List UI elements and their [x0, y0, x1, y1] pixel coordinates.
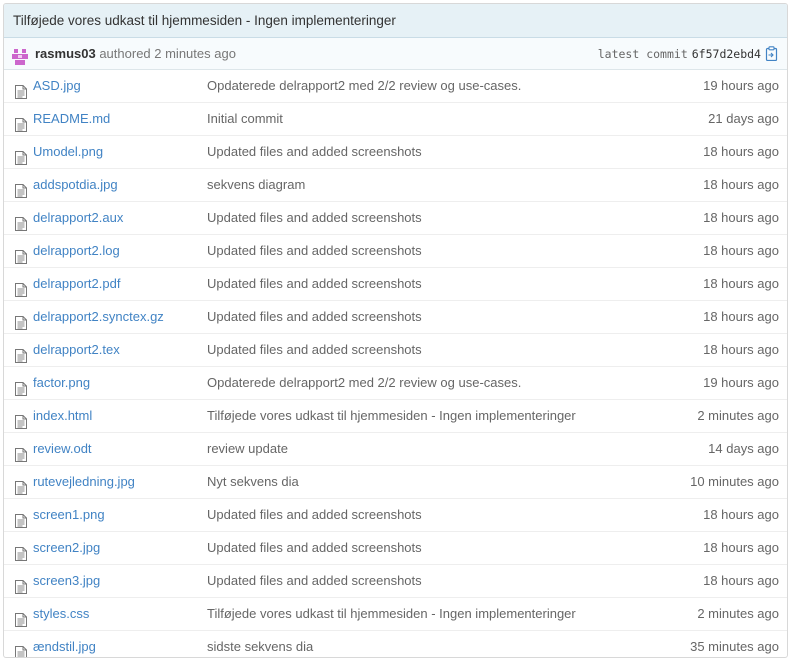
commit-message-link[interactable]: Updated files and added screenshots — [207, 136, 422, 168]
file-row: ændstil.jpg sidste sekvens dia 35 minutes … — [4, 630, 787, 657]
file-name-link[interactable]: Umodel.png — [33, 136, 103, 168]
file-name-link[interactable]: README.md — [33, 103, 110, 135]
file-name-link[interactable]: delrapport2.log — [33, 235, 120, 267]
commit-age: 14 days ago — [708, 441, 779, 456]
file-name-link[interactable]: index.html — [33, 400, 92, 432]
file-row: index.html Tilføjede vores udkast til hje… — [4, 399, 787, 432]
file-name-link[interactable]: review.odt — [33, 433, 92, 465]
commit-age: 18 hours ago — [703, 573, 779, 588]
commit-message-link[interactable]: Opdaterede delrapport2 med 2/2 review og… — [207, 367, 521, 399]
commit-message-link[interactable]: sekvens diagram — [207, 169, 305, 201]
commit-age: 2 minutes ago — [697, 408, 779, 423]
file-row: delrapport2.aux Updated files and added s… — [4, 201, 787, 234]
file-name-link[interactable]: factor.png — [33, 367, 90, 399]
commit-age: 18 hours ago — [703, 276, 779, 291]
commit-message-link[interactable]: Opdaterede delrapport2 med 2/2 review og… — [207, 70, 521, 102]
file-row: rutevejledning.jpg Nyt sekvens dia 10 minu… — [4, 465, 787, 498]
commit-age: 18 hours ago — [703, 540, 779, 555]
commit-message-link[interactable]: Initial commit — [207, 103, 283, 135]
commit-message-link[interactable]: review update — [207, 433, 288, 465]
file-name-link[interactable]: screen2.jpg — [33, 532, 100, 564]
commit-age: 2 minutes ago — [697, 606, 779, 621]
commit-age: 18 hours ago — [703, 177, 779, 192]
commit-message-link[interactable]: Tilføjede vores udkast til hjemmesiden -… — [207, 400, 576, 432]
commit-message-link[interactable]: sidste sekvens dia — [207, 631, 313, 657]
file-row: Umodel.png Updated files and added screen… — [4, 135, 787, 168]
commit-age: 18 hours ago — [703, 243, 779, 258]
file-row: factor.png Opdaterede delrapport2 med 2/2… — [4, 366, 787, 399]
file-row: addspotdia.jpg sekvens diagram 18 hours ag… — [4, 168, 787, 201]
file-row: screen3.jpg Updated files and added scree… — [4, 564, 787, 597]
file-name-link[interactable]: ASD.jpg — [33, 70, 81, 102]
commit-message-link[interactable]: Updated files and added screenshots — [207, 301, 422, 333]
file-list: ASD.jpg Opdaterede delrapport2 med 2/2 re… — [4, 70, 787, 657]
file-row: styles.css Tilføjede vores udkast til hje… — [4, 597, 787, 630]
commit-message-link[interactable]: Updated files and added screenshots — [207, 565, 422, 597]
file-name-link[interactable]: rutevejledning.jpg — [33, 466, 135, 498]
commit-age: 18 hours ago — [703, 309, 779, 324]
file-name-link[interactable]: delrapport2.aux — [33, 202, 123, 234]
file-name-link[interactable]: delrapport2.synctex.gz — [33, 301, 164, 333]
file-icon — [15, 640, 27, 657]
file-name-link[interactable]: screen1.png — [33, 499, 105, 531]
commit-message-link[interactable]: Updated files and added screenshots — [207, 532, 422, 564]
commit-sha-link[interactable]: 6f57d2ebd4 — [692, 47, 761, 61]
file-name-link[interactable]: delrapport2.tex — [33, 334, 120, 366]
file-name-link[interactable]: styles.css — [33, 598, 89, 630]
file-row: screen2.jpg Updated files and added scree… — [4, 531, 787, 564]
author-line: rasmus03 authored 2 minutes ago — [35, 38, 236, 69]
commit-message-link[interactable]: Updated files and added screenshots — [207, 235, 422, 267]
file-row: screen1.png Updated files and added scree… — [4, 498, 787, 531]
commit-age: 18 hours ago — [703, 210, 779, 225]
file-name-link[interactable]: delrapport2.pdf — [33, 268, 120, 300]
commit-meta: rasmus03 authored 2 minutes ago latest c… — [4, 38, 787, 70]
file-row: delrapport2.synctex.gz Updated files and … — [4, 300, 787, 333]
commit-message-link[interactable]: Updated files and added screenshots — [207, 499, 422, 531]
commit-age: 35 minutes ago — [690, 639, 779, 654]
authored-time: authored 2 minutes ago — [95, 46, 236, 61]
commit-message-link[interactable]: Tilføjede vores udkast til hjemmesiden -… — [207, 598, 576, 630]
commit-age: 10 minutes ago — [690, 474, 779, 489]
commit-age: 21 days ago — [708, 111, 779, 126]
clipboard-icon[interactable] — [765, 41, 778, 72]
file-row: delrapport2.pdf Updated files and added s… — [4, 267, 787, 300]
file-row: delrapport2.tex Updated files and added s… — [4, 333, 787, 366]
commit-message-link[interactable]: Updated files and added screenshots — [207, 268, 422, 300]
file-row: ASD.jpg Opdaterede delrapport2 med 2/2 re… — [4, 70, 787, 102]
commit-message-link[interactable]: Updated files and added screenshots — [207, 202, 422, 234]
commit-age: 18 hours ago — [703, 144, 779, 159]
latest-commit: latest commit 6f57d2ebd4 — [598, 38, 778, 72]
file-row: review.odt review update 14 days ago — [4, 432, 787, 465]
commit-age: 19 hours ago — [703, 375, 779, 390]
file-row: delrapport2.log Updated files and added s… — [4, 234, 787, 267]
file-name-link[interactable]: ændstil.jpg — [33, 631, 96, 657]
file-row: README.md Initial commit 21 days ago — [4, 102, 787, 135]
commit-title[interactable]: Tilføjede vores udkast til hjemmesiden -… — [4, 4, 787, 38]
commit-age: 18 hours ago — [703, 342, 779, 357]
commit-message-link[interactable]: Nyt sekvens dia — [207, 466, 299, 498]
commit-age: 19 hours ago — [703, 78, 779, 93]
latest-commit-label: latest commit — [597, 47, 688, 61]
avatar[interactable] — [12, 45, 28, 65]
file-name-link[interactable]: addspotdia.jpg — [33, 169, 118, 201]
commit-message-link[interactable]: Updated files and added screenshots — [207, 334, 422, 366]
file-name-link[interactable]: screen3.jpg — [33, 565, 100, 597]
author-link[interactable]: rasmus03 — [35, 46, 96, 61]
commit-age: 18 hours ago — [703, 507, 779, 522]
file-browser: Tilføjede vores udkast til hjemmesiden -… — [3, 3, 788, 658]
